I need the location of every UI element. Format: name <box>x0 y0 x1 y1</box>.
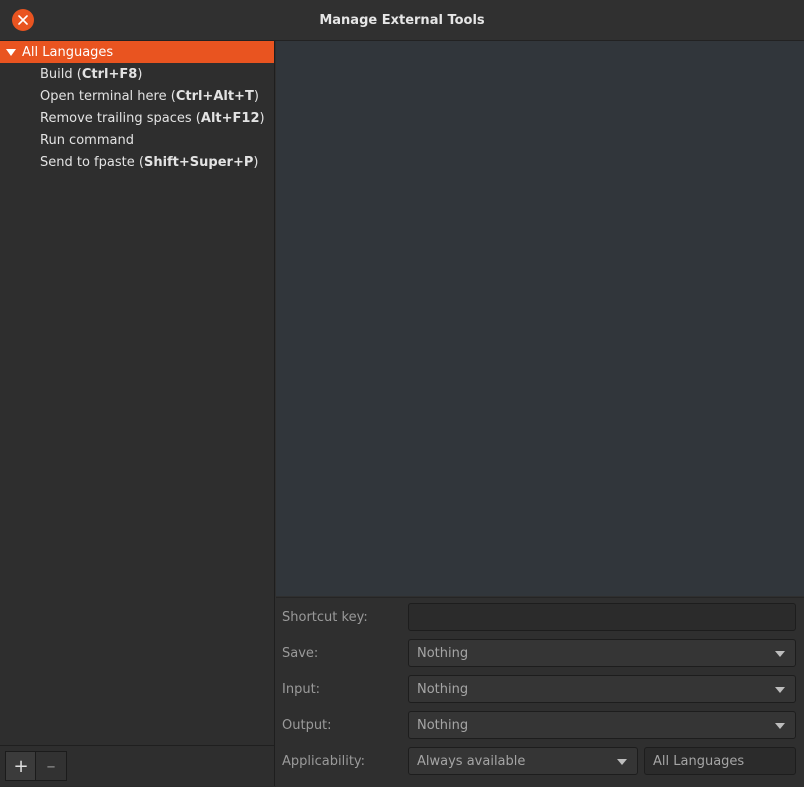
output-row: Output: Nothing <box>276 711 804 741</box>
tool-name: Run command <box>40 132 134 148</box>
window-title: Manage External Tools <box>319 12 485 28</box>
tool-shortcut: Ctrl+Alt+T <box>175 88 254 104</box>
applicability-row: Applicability: Always available All Lang… <box>276 747 804 777</box>
tree-item-run-command[interactable]: Run command <box>0 129 274 151</box>
chevron-down-icon <box>775 723 785 729</box>
input-value: Nothing <box>417 681 469 697</box>
tool-shortcut: Alt+F12 <box>200 110 260 126</box>
input-row: Input: Nothing <box>276 675 804 705</box>
plus-icon: + <box>13 755 29 777</box>
add-tool-button[interactable]: + <box>5 751 37 781</box>
tool-shortcut: Ctrl+F8 <box>81 66 138 82</box>
languages-value: All Languages <box>653 753 745 769</box>
shortcut-row: Shortcut key: <box>276 603 804 633</box>
tool-name: Open terminal here <box>40 88 167 104</box>
output-select[interactable]: Nothing <box>408 711 796 739</box>
triangle-down-icon <box>6 48 16 56</box>
input-select[interactable]: Nothing <box>408 675 796 703</box>
tree-item-send-to-fpaste[interactable]: Send to fpaste (Shift+Super+P) <box>0 151 274 173</box>
tool-properties-form: Shortcut key: Save: Nothing Input: Nothi… <box>276 597 804 787</box>
chevron-down-icon <box>775 687 785 693</box>
tree-toolbar: + – <box>0 745 274 786</box>
tree-item-build[interactable]: Build (Ctrl+F8) <box>0 63 274 85</box>
shortcut-key-field[interactable] <box>408 603 796 631</box>
applicability-label: Applicability: <box>282 754 366 769</box>
save-value: Nothing <box>417 645 469 661</box>
save-label: Save: <box>282 646 319 661</box>
output-label: Output: <box>282 718 332 733</box>
command-editor[interactable] <box>276 41 804 596</box>
tool-name: Send to fpaste <box>40 154 135 170</box>
chevron-down-icon <box>617 759 627 765</box>
tool-name: Build <box>40 66 73 82</box>
applicability-select[interactable]: Always available <box>408 747 638 775</box>
tree-item-open-terminal[interactable]: Open terminal here (Ctrl+Alt+T) <box>0 85 274 107</box>
tools-tree-panel: All Languages Build (Ctrl+F8) Open termi… <box>0 41 275 786</box>
minus-icon: – <box>46 755 56 777</box>
save-select[interactable]: Nothing <box>408 639 796 667</box>
output-value: Nothing <box>417 717 469 733</box>
tree-root-label: All Languages <box>22 44 114 60</box>
manage-external-tools-window: Manage External Tools All Languages Buil… <box>0 0 804 787</box>
chevron-down-icon <box>775 651 785 657</box>
close-icon <box>18 15 28 25</box>
expander[interactable] <box>0 48 22 56</box>
input-label: Input: <box>282 682 321 697</box>
title-bar: Manage External Tools <box>0 0 804 41</box>
remove-tool-button[interactable]: – <box>35 751 67 781</box>
languages-field[interactable]: All Languages <box>644 747 796 775</box>
close-button[interactable] <box>12 9 34 31</box>
applicability-value: Always available <box>417 753 526 769</box>
save-row: Save: Nothing <box>276 639 804 669</box>
tool-shortcut: Shift+Super+P <box>143 154 254 170</box>
shortcut-label: Shortcut key: <box>282 610 368 625</box>
tree-row-all-languages[interactable]: All Languages <box>0 41 274 63</box>
tree-item-remove-trailing-spaces[interactable]: Remove trailing spaces (Alt+F12) <box>0 107 274 129</box>
tool-name: Remove trailing spaces <box>40 110 192 126</box>
